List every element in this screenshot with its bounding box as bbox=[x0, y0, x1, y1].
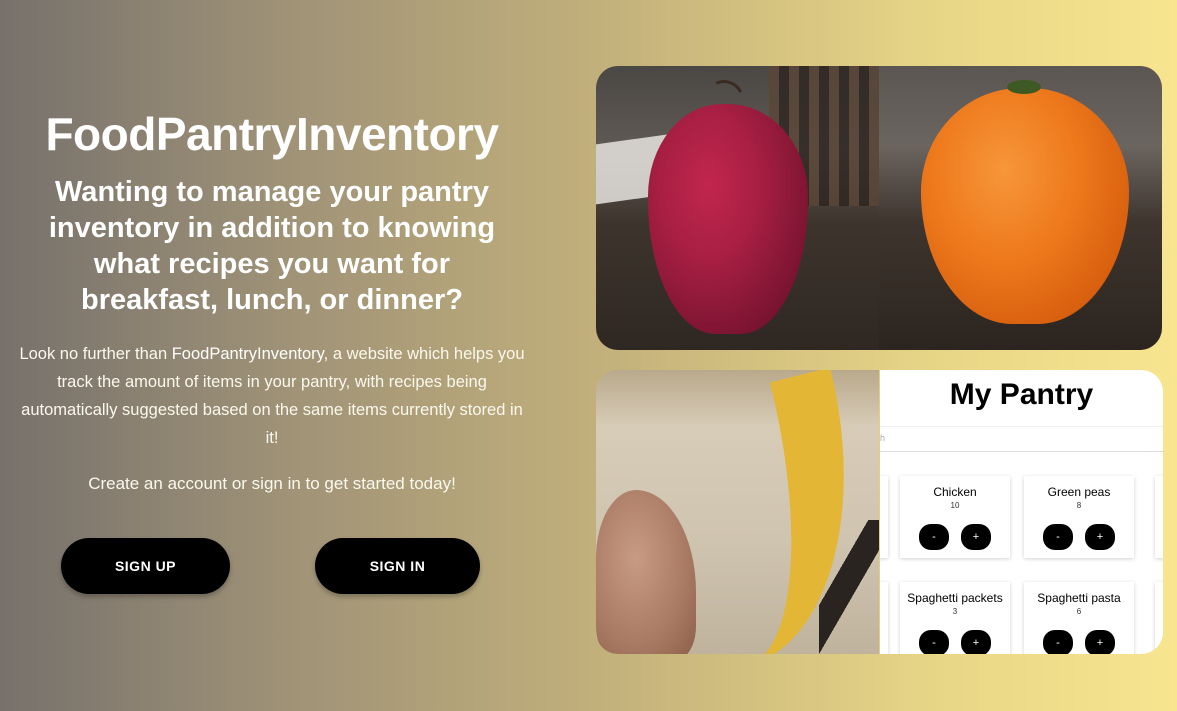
pantry-item-card: Green peas 8 - + bbox=[1024, 476, 1134, 558]
search-fragment: h bbox=[880, 433, 886, 443]
item-name: Chicken bbox=[933, 485, 977, 499]
item-name: Spaghetti pasta bbox=[1037, 591, 1121, 605]
quantity-controls: - + bbox=[900, 524, 1010, 550]
pantry-item-card: Chicken 10 - + bbox=[900, 476, 1010, 558]
increment-button: + bbox=[1085, 524, 1115, 550]
sign-up-button[interactable]: SIGN UP bbox=[61, 538, 230, 594]
description-brand: FoodPantryInventory bbox=[171, 345, 324, 363]
apple-photo bbox=[596, 66, 879, 350]
banana-photo bbox=[596, 370, 879, 654]
decrement-button: - bbox=[1043, 630, 1073, 654]
increment-button: + bbox=[961, 630, 991, 654]
orange-fruit bbox=[921, 88, 1129, 324]
pantry-title: My Pantry bbox=[949, 378, 1094, 411]
pantry-item-card: Spaghetti pasta 6 - + bbox=[1024, 582, 1134, 654]
decrement-button: - bbox=[1043, 524, 1073, 550]
item-quantity: 3 bbox=[952, 607, 958, 616]
item-quantity: 8 bbox=[1076, 501, 1082, 510]
sign-in-button[interactable]: SIGN IN bbox=[315, 538, 480, 594]
increment-button: + bbox=[1085, 630, 1115, 654]
pantry-search-bar: h bbox=[880, 426, 1163, 452]
hero-subtitle: Wanting to manage your pantry inventory … bbox=[48, 176, 496, 316]
pantry-card-edge bbox=[880, 582, 888, 654]
orange-stem bbox=[1007, 80, 1041, 94]
hero-description: Look no further than FoodPantryInventory… bbox=[16, 340, 528, 452]
decrement-button: - bbox=[919, 524, 949, 550]
description-prefix: Look no further than bbox=[19, 345, 172, 363]
item-name: Spaghetti packets bbox=[907, 591, 1003, 605]
quantity-controls: - + bbox=[1024, 630, 1134, 654]
item-name: Green peas bbox=[1047, 485, 1111, 499]
pantry-item-card: Spaghetti packets 3 - + bbox=[900, 582, 1010, 654]
increment-button: + bbox=[961, 524, 991, 550]
apple-fruit bbox=[648, 104, 808, 334]
pantry-card-edge bbox=[1155, 476, 1163, 558]
item-quantity: 10 bbox=[950, 501, 960, 510]
pantry-card-edge bbox=[880, 476, 888, 558]
item-quantity: 6 bbox=[1076, 607, 1082, 616]
pantry-screenshot: My Pantry h Chicken 10 - + Green peas 8 … bbox=[880, 370, 1163, 654]
hero-section: FoodPantryInventory Wanting to manage yo… bbox=[16, 104, 528, 498]
pantry-card-edge bbox=[1155, 582, 1163, 654]
quantity-controls: - + bbox=[1024, 524, 1134, 550]
cta-text: Create an account or sign in to get star… bbox=[88, 474, 456, 493]
page-title: FoodPantryInventory bbox=[45, 108, 499, 160]
quantity-controls: - + bbox=[900, 630, 1010, 654]
orange-photo bbox=[879, 66, 1162, 350]
decrement-button: - bbox=[919, 630, 949, 654]
